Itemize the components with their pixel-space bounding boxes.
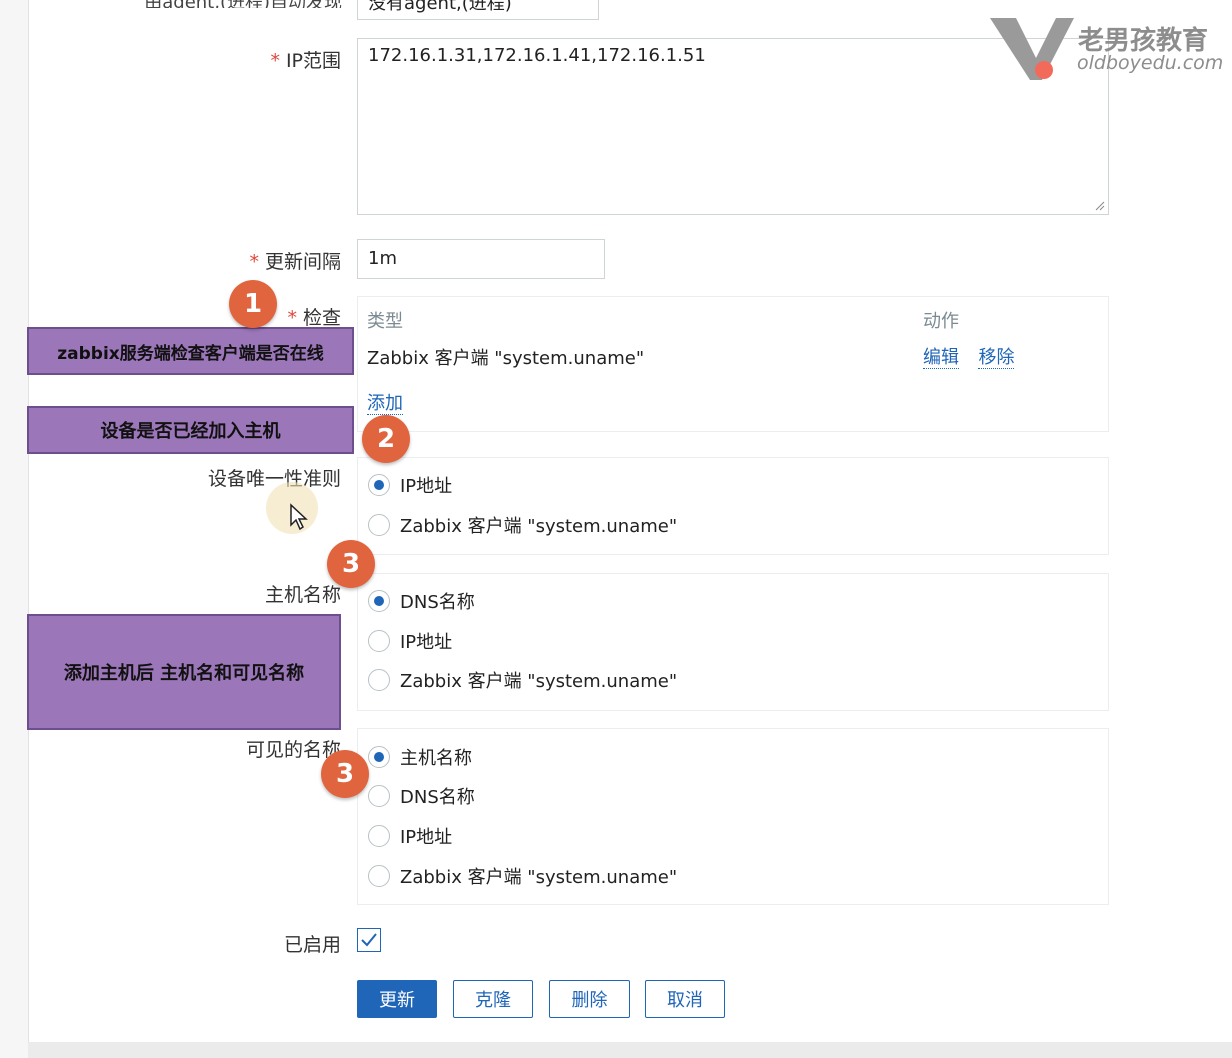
clone-button[interactable]: 克隆 xyxy=(453,980,533,1018)
radio-unselected[interactable] xyxy=(368,669,390,691)
visible-name-option-ip[interactable]: IP地址 xyxy=(368,821,452,851)
update-interval-value: 1m xyxy=(368,248,397,269)
check-remove-link[interactable]: 移除 xyxy=(978,347,1015,369)
checks-label: * 检查 xyxy=(287,303,341,330)
annotation-badge-1: 1 xyxy=(229,280,277,328)
visible-name-option-ip-label: IP地址 xyxy=(400,827,453,848)
visible-name-option-agent[interactable]: Zabbix 客户端 "system.uname" xyxy=(368,861,677,891)
visible-name-radio-group: 主机名称 DNS名称 IP地址 Zabbix 客户端 "system.uname… xyxy=(357,728,1109,905)
enabled-checkbox[interactable] xyxy=(357,928,381,952)
autodiscovery-select-clipped[interactable]: 没有agent,(进程) xyxy=(357,0,599,20)
annotation-box-checks: zabbix服务端检查客户端是否在线 xyxy=(27,327,354,375)
host-name-option-agent[interactable]: Zabbix 客户端 "system.uname" xyxy=(368,665,677,695)
radio-unselected[interactable] xyxy=(368,785,390,807)
ip-range-label-text: IP范围 xyxy=(285,50,341,72)
mouse-pointer-icon xyxy=(290,503,308,531)
uniqueness-radio-group: IP地址 Zabbix 客户端 "system.uname" xyxy=(357,457,1109,555)
radio-selected[interactable] xyxy=(368,746,390,768)
radio-unselected[interactable] xyxy=(368,825,390,847)
visible-name-option-hostname[interactable]: 主机名称 xyxy=(368,742,472,772)
host-name-option-dns[interactable]: DNS名称 xyxy=(368,586,475,616)
radio-selected[interactable] xyxy=(368,474,390,496)
check-row-type: Zabbix 客户端 "system.uname" xyxy=(367,348,645,369)
autodiscovery-select-value: 没有agent,(进程) xyxy=(368,0,512,14)
visible-name-option-agent-label: Zabbix 客户端 "system.uname" xyxy=(400,867,678,888)
annotation-box-hostname: 添加主机后 主机名和可见名称 xyxy=(27,614,341,730)
ip-range-value: 172.16.1.31,172.16.1.41,172.16.1.51 xyxy=(368,45,706,66)
visible-name-option-dns[interactable]: DNS名称 xyxy=(368,781,475,811)
annotation-badge-3a: 3 xyxy=(327,540,375,588)
enabled-label: 已启用 xyxy=(283,934,341,956)
radio-selected[interactable] xyxy=(368,590,390,612)
radio-unselected[interactable] xyxy=(368,514,390,536)
visible-name-option-hostname-label: 主机名称 xyxy=(400,748,472,769)
host-name-radio-group: DNS名称 IP地址 Zabbix 客户端 "system.uname" xyxy=(357,573,1109,711)
update-interval-input[interactable]: 1m xyxy=(357,239,605,279)
host-name-label: 主机名称 xyxy=(264,584,341,606)
check-add-link-row: 添加 xyxy=(367,389,403,415)
annotation-badge-2: 2 xyxy=(362,415,410,463)
watermark-url: oldboyedu.com xyxy=(1077,52,1224,74)
required-mark: * xyxy=(249,251,259,273)
window-left-edge xyxy=(0,0,29,1058)
checks-label-text: 检查 xyxy=(302,307,341,329)
required-mark: * xyxy=(287,307,297,329)
radio-unselected[interactable] xyxy=(368,630,390,652)
resize-grip-icon[interactable] xyxy=(1095,201,1105,211)
update-interval-label: * 更新间隔 xyxy=(249,247,341,274)
checks-action-header: 动作 xyxy=(923,311,959,332)
update-interval-label-text: 更新间隔 xyxy=(264,251,341,273)
checks-panel: 类型 动作 Zabbix 客户端 "system.uname" 编辑 移除 添加 xyxy=(357,296,1109,432)
checkmark-icon xyxy=(361,933,377,947)
required-mark: * xyxy=(270,50,280,72)
annotation-badge-3b: 3 xyxy=(321,750,369,798)
radio-unselected[interactable] xyxy=(368,865,390,887)
oldboy-logo-icon xyxy=(990,18,1074,80)
uniqueness-option-ip-label: IP地址 xyxy=(400,476,453,497)
checks-type-header: 类型 xyxy=(367,311,403,332)
uniqueness-option-agent[interactable]: Zabbix 客户端 "system.uname" xyxy=(368,510,677,540)
check-row-actions: 编辑 移除 xyxy=(923,343,1015,369)
uniqueness-option-agent-label: Zabbix 客户端 "system.uname" xyxy=(400,516,678,537)
ip-range-label: * IP范围 xyxy=(270,46,341,73)
page-footer-bar xyxy=(28,1042,1232,1058)
annotation-box-uniqueness: 设备是否已经加入主机 xyxy=(27,406,354,454)
host-name-option-agent-label: Zabbix 客户端 "system.uname" xyxy=(400,671,678,692)
host-name-option-ip[interactable]: IP地址 xyxy=(368,626,452,656)
autodiscovery-label-clipped: 由agent,(进程)自动发现 xyxy=(112,0,342,8)
host-name-option-ip-label: IP地址 xyxy=(400,632,453,653)
uniqueness-option-ip[interactable]: IP地址 xyxy=(368,470,452,500)
visible-name-option-dns-label: DNS名称 xyxy=(400,787,475,808)
update-button[interactable]: 更新 xyxy=(357,980,437,1018)
delete-button[interactable]: 删除 xyxy=(549,980,630,1018)
check-edit-link[interactable]: 编辑 xyxy=(923,347,959,369)
cancel-button[interactable]: 取消 xyxy=(645,980,725,1018)
check-add-link[interactable]: 添加 xyxy=(367,393,403,415)
host-name-option-dns-label: DNS名称 xyxy=(400,592,475,613)
